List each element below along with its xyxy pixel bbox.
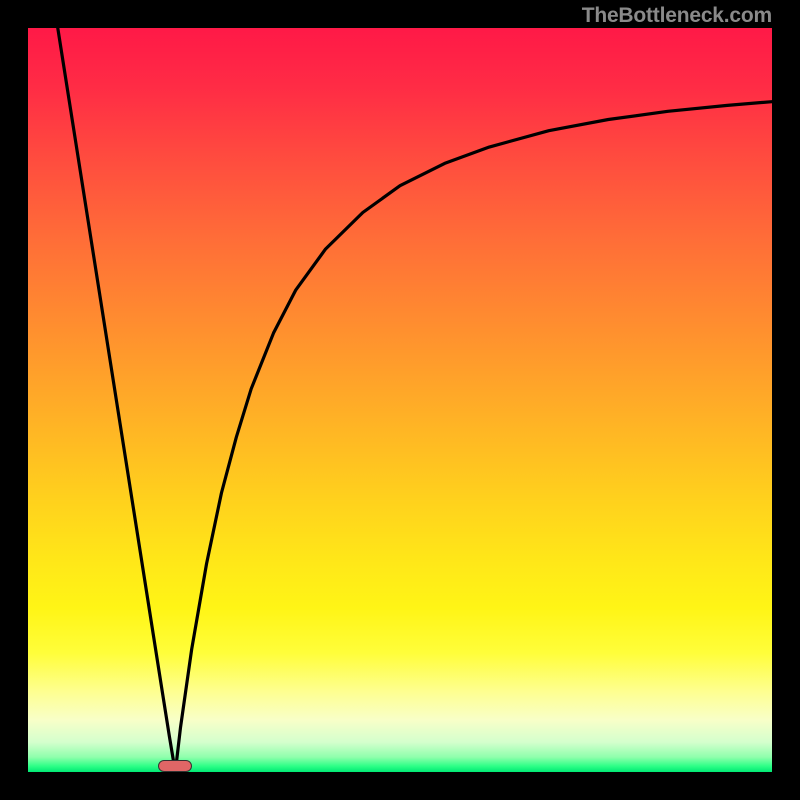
curve-svg <box>28 28 772 772</box>
chart-container: TheBottleneck.com <box>0 0 800 800</box>
bottleneck-curve <box>58 28 772 772</box>
optimum-marker <box>158 760 192 772</box>
watermark-text: TheBottleneck.com <box>582 4 772 28</box>
plot-area <box>28 28 772 772</box>
